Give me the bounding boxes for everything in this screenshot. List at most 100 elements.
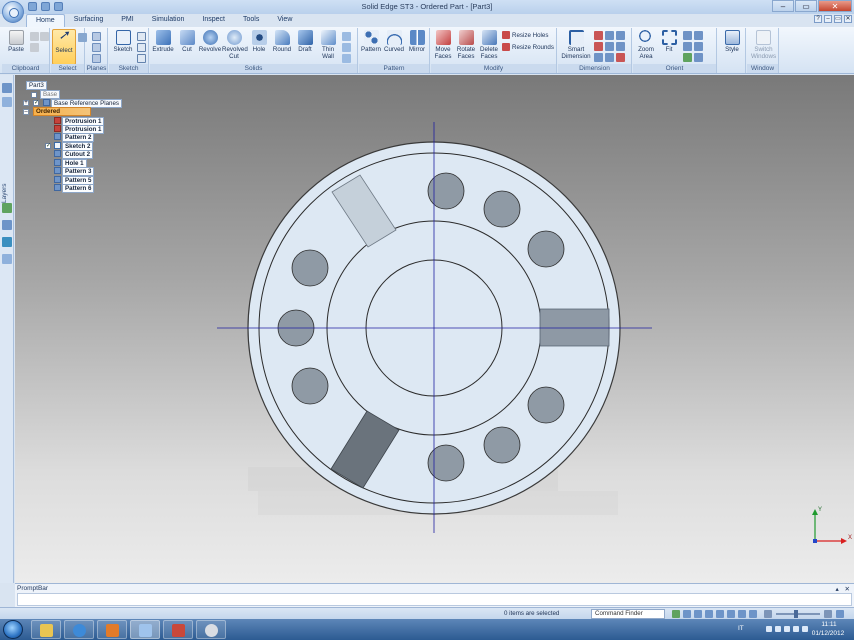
view-orient-3-icon[interactable] — [694, 53, 703, 62]
tree-feature-pattern-3[interactable]: Pattern 3 — [54, 167, 95, 176]
layers-tab[interactable]: Layers — [1, 183, 8, 203]
dimension-tool-6-icon[interactable] — [616, 42, 625, 51]
dimension-tool-7-icon[interactable] — [594, 53, 603, 62]
base-planes-checkbox[interactable]: ✓ — [33, 100, 39, 106]
round-button[interactable]: Round — [270, 29, 294, 53]
dimension-tool-8-icon[interactable] — [605, 53, 614, 62]
tray-icon-3[interactable] — [784, 626, 790, 632]
library-tab-icon[interactable] — [2, 203, 12, 213]
zoom-icon[interactable] — [683, 31, 692, 40]
taskbar-media-player[interactable] — [97, 620, 127, 639]
fit-status-icon[interactable] — [836, 610, 844, 618]
thin-wall-button[interactable]: Thin Wall — [316, 29, 340, 60]
fit-button[interactable]: Fit — [657, 29, 681, 53]
taskbar-app-5[interactable] — [163, 620, 193, 639]
command-finder-input[interactable]: Command Finder — [591, 609, 665, 619]
curved-button[interactable]: Curved — [382, 29, 406, 53]
tab-view[interactable]: View — [268, 14, 301, 27]
tab-tools[interactable]: Tools — [234, 14, 268, 27]
status-icon-2[interactable] — [683, 610, 691, 618]
extrude-button[interactable]: Extrude — [151, 29, 175, 53]
pattern-button[interactable]: Pattern — [359, 29, 383, 53]
expand-base-planes[interactable]: + — [23, 100, 29, 106]
switch-windows-button[interactable]: Switch Windows — [750, 29, 777, 60]
status-icon-5[interactable] — [716, 610, 724, 618]
rotate-view-icon[interactable] — [683, 53, 692, 62]
tree-feature-pattern-5[interactable]: Pattern 5 — [54, 176, 95, 185]
clock-time[interactable]: 11:11 — [814, 621, 844, 628]
collapse-ordered[interactable]: – — [23, 109, 29, 115]
tab-surfacing[interactable]: Surfacing — [65, 14, 113, 27]
zoom-in-icon[interactable] — [824, 610, 832, 618]
smart-dimension-button[interactable]: Smart Dimension — [561, 29, 591, 60]
dimension-tool-4-icon[interactable] — [594, 42, 603, 51]
solids-more-2-icon[interactable] — [342, 43, 351, 52]
tab-pmi[interactable]: PMI — [112, 14, 142, 27]
status-icon-8[interactable] — [749, 610, 757, 618]
move-faces-button[interactable]: Move Faces — [431, 29, 455, 60]
hole-9[interactable] — [427, 444, 465, 482]
start-button[interactable] — [3, 620, 23, 639]
parallel-plane-icon[interactable] — [92, 54, 101, 63]
tray-icon-4[interactable] — [793, 626, 799, 632]
tree-base[interactable]: Base — [40, 90, 61, 99]
plane-icon[interactable] — [92, 32, 101, 41]
hole-8[interactable] — [483, 426, 521, 464]
zoom-out-icon[interactable] — [764, 610, 772, 618]
dimension-tool-5-icon[interactable] — [605, 42, 614, 51]
tree-feature-hole-1[interactable]: Hole 1 — [54, 159, 87, 168]
maximize-button[interactable]: ▭ — [795, 0, 817, 12]
tree-feature-protrusion-1[interactable]: Protrusion 1 — [54, 117, 105, 126]
sensors-tab-icon[interactable] — [2, 220, 12, 230]
pan-icon[interactable] — [683, 42, 692, 51]
hole-6[interactable] — [291, 367, 329, 405]
solids-more-3-icon[interactable] — [342, 54, 351, 63]
close-button[interactable]: ✕ — [818, 0, 852, 12]
hole-4[interactable] — [291, 249, 329, 287]
tree-feature-cutout-2[interactable]: Cutout 2 — [54, 150, 94, 159]
application-button[interactable] — [2, 1, 24, 23]
sketch-rectangle-icon[interactable] — [137, 32, 146, 41]
base-checkbox[interactable] — [31, 92, 37, 98]
tree-ordered[interactable]: Ordered — [33, 107, 92, 116]
taskbar-internet-explorer[interactable] — [64, 620, 94, 639]
cut-small-icon[interactable] — [30, 32, 39, 41]
rotate-faces-button[interactable]: Rotate Faces — [454, 29, 478, 60]
tray-icon-1[interactable] — [766, 626, 772, 632]
style-button[interactable]: Style — [720, 29, 744, 53]
hole-button[interactable]: Hole — [247, 29, 271, 53]
status-icon-6[interactable] — [727, 610, 735, 618]
dimension-tool-2-icon[interactable] — [605, 31, 614, 40]
minimize-button[interactable]: – — [772, 0, 794, 12]
tree-base-reference-planes[interactable]: Base Reference Planes — [43, 99, 123, 108]
tab-home[interactable]: Home — [26, 14, 65, 27]
hole-2[interactable] — [483, 190, 521, 228]
format-painter-icon[interactable] — [40, 32, 49, 41]
paste-button[interactable]: Paste — [4, 29, 28, 53]
resize-holes-button[interactable]: Resize Holes — [502, 31, 548, 39]
dimension-tool-9-icon[interactable] — [616, 53, 625, 62]
solids-more-1-icon[interactable] — [342, 32, 351, 41]
hole-3[interactable] — [527, 230, 565, 268]
relationships-tab-icon[interactable] — [2, 254, 12, 264]
doc-minimize-button[interactable]: – — [824, 15, 832, 23]
sketch-curve-icon[interactable] — [137, 43, 146, 52]
prompt-bar-controls[interactable]: ▴ ✕ — [835, 585, 852, 593]
tab-simulation[interactable]: Simulation — [143, 14, 194, 27]
tree-feature-sketch-2[interactable]: Sketch 2 — [54, 142, 94, 151]
family-tab-icon[interactable] — [2, 237, 12, 247]
zoom-slider[interactable] — [776, 610, 820, 618]
dimension-tool-1-icon[interactable] — [594, 31, 603, 40]
revolve-button[interactable]: Revolve — [198, 29, 222, 53]
tree-feature-pattern-2[interactable]: Pattern 2 — [54, 133, 95, 142]
resize-rounds-button[interactable]: Resize Rounds — [502, 43, 554, 51]
features-tab-icon[interactable] — [2, 97, 12, 107]
taskbar-explorer[interactable] — [31, 620, 61, 639]
tree-feature-protrusion-1b[interactable]: Protrusion 1 — [54, 125, 105, 134]
taskbar-app-6[interactable] — [196, 620, 226, 639]
status-icon-4[interactable] — [705, 610, 713, 618]
tray-icon-2[interactable] — [775, 626, 781, 632]
hole-1[interactable] — [427, 172, 465, 210]
coincident-plane-icon[interactable] — [92, 43, 101, 52]
status-icon-1[interactable] — [672, 610, 680, 618]
